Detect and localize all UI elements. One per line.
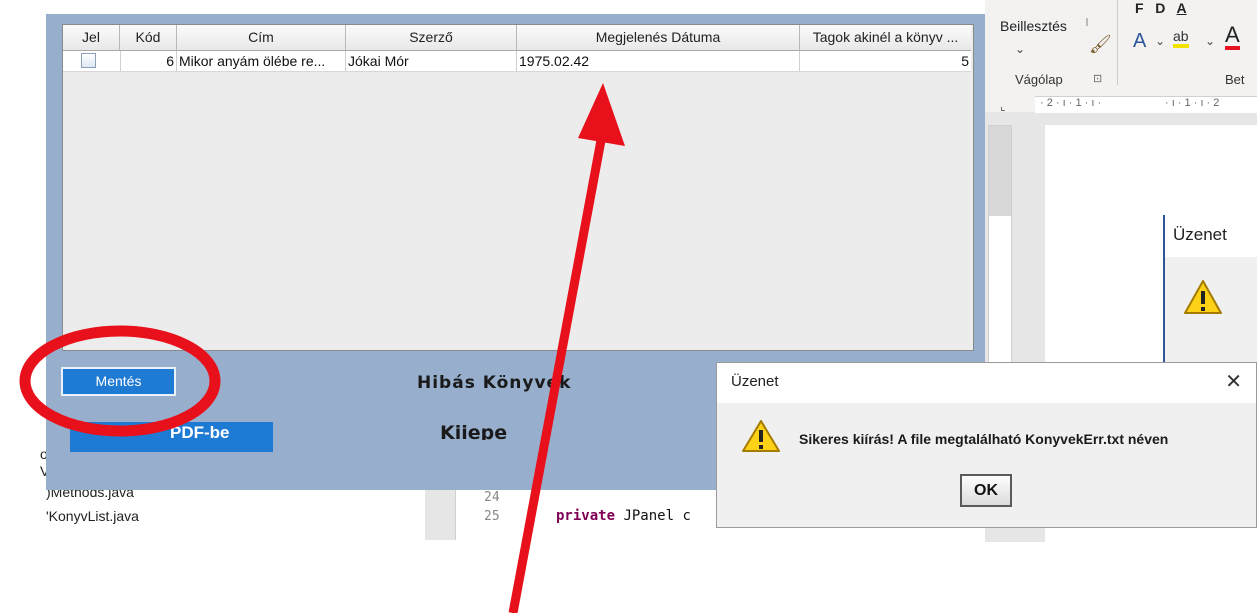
szerzo-cell[interactable]: Jókai Mór — [346, 51, 517, 71]
close-icon[interactable]: ✕ — [1225, 369, 1242, 394]
jel-checkbox[interactable] — [81, 53, 96, 68]
dialog-title: Üzenet — [1173, 225, 1227, 244]
vertical-ruler[interactable] — [988, 125, 1012, 367]
text-effects-icon[interactable]: A — [1133, 30, 1146, 53]
pdf-export-button[interactable]: PDF-be — [70, 422, 273, 452]
save-button[interactable]: Mentés — [61, 367, 176, 396]
column-header-jel[interactable]: Jel — [63, 25, 120, 50]
paste-button[interactable]: Beillesztés — [1000, 18, 1067, 34]
font-group-label: Bet — [1225, 72, 1245, 87]
chevron-down-icon[interactable]: ⌄ — [1155, 34, 1165, 48]
code-keyword: private — [556, 508, 616, 524]
warning-icon — [1184, 280, 1222, 314]
file-tree-item[interactable]: 'KonyvList.java — [46, 508, 139, 524]
highlight-icon[interactable]: ab — [1173, 28, 1189, 48]
cim-cell[interactable]: Mikor anyám ölébe re... — [177, 51, 346, 71]
erroneous-books-label: Hibás Könyvek — [417, 373, 572, 393]
format-painter-icon[interactable]: 🖌 — [1089, 34, 1112, 55]
ruler-ticks: · ı · 1 · ı · 2 — [1165, 97, 1220, 109]
kod-cell[interactable]: 6 — [120, 51, 177, 71]
font-color-icon[interactable]: A — [1225, 24, 1240, 50]
dialog-title: Üzenet — [731, 373, 779, 390]
column-header-datum[interactable]: Megjelenés Dátuma — [517, 25, 800, 50]
tagok-cell[interactable]: 5 — [800, 51, 971, 71]
table-header: Jel Kód Cím Szerző Megjelenés Dátuma Tag… — [63, 25, 971, 51]
divider — [1117, 0, 1118, 85]
table-row[interactable]: 6 Mikor anyám ölébe re... Jókai Mór 1975… — [63, 51, 971, 72]
line-number: 24 — [484, 490, 500, 505]
datum-cell[interactable]: 1975.02.42 — [517, 51, 800, 71]
copy-icon[interactable] — [1086, 18, 1088, 26]
jel-cell[interactable] — [63, 51, 121, 71]
font-format-icons[interactable]: F D A — [1135, 0, 1187, 16]
dialog-message: Sikeres kiírás! A file megtalálható Kony… — [799, 431, 1169, 447]
section-label: Kiiepe — [440, 422, 508, 440]
column-header-tagok[interactable]: Tagok akinél a könyv ... — [800, 25, 971, 50]
code-text: JPanel c — [615, 508, 691, 524]
ok-button[interactable]: OK — [960, 474, 1012, 507]
clipboard-group-label: Vágólap — [1015, 72, 1063, 87]
tab-stop-icon[interactable]: ⌞ — [1000, 99, 1006, 113]
dialog-launcher-icon[interactable]: ⊡ — [1093, 72, 1102, 85]
ruler-ticks: · 2 · ı · 1 · ı · — [1040, 97, 1102, 109]
chevron-down-icon[interactable]: ⌄ — [1205, 34, 1215, 48]
books-table[interactable]: Jel Kód Cím Szerző Megjelenés Dátuma Tag… — [62, 24, 974, 351]
code-line: private JPanel c — [556, 508, 691, 524]
warning-icon — [742, 420, 780, 452]
line-number: 25 — [484, 509, 500, 524]
chevron-down-icon[interactable]: ⌄ — [1015, 42, 1025, 56]
column-header-cim[interactable]: Cím — [177, 25, 346, 50]
dialog-body: Sikeres kiírás! A file megtalálható Kony… — [717, 403, 1256, 527]
ruler-margin — [989, 126, 1011, 216]
column-header-szerzo[interactable]: Szerző — [346, 25, 517, 50]
horizontal-ruler[interactable]: · 2 · ı · 1 · ı · · ı · 1 · ı · 2 — [1035, 96, 1257, 113]
column-header-kod[interactable]: Kód — [120, 25, 177, 50]
message-dialog: Üzenet ✕ Sikeres kiírás! A file megtalál… — [716, 362, 1257, 528]
